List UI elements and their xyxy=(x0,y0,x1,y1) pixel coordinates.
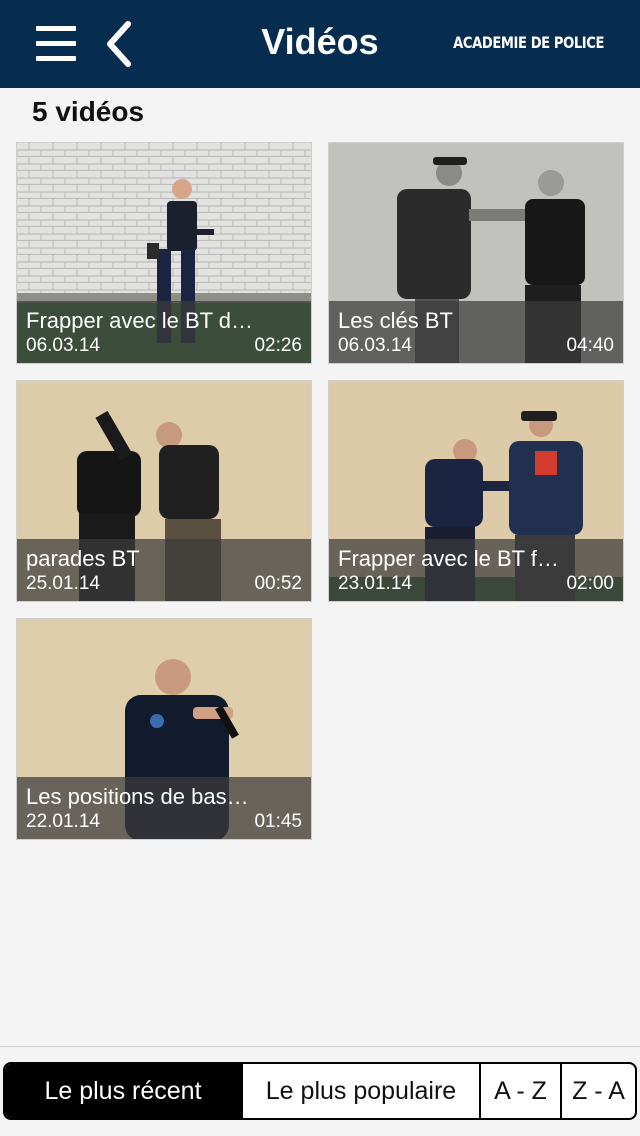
sort-z-a-button[interactable]: Z - A xyxy=(560,1064,635,1118)
sort-most-popular-button[interactable]: Le plus populaire xyxy=(241,1064,479,1118)
header-bar: Vidéos ACADEMIE DE POLICE xyxy=(0,0,640,88)
video-duration: 02:00 xyxy=(566,573,614,594)
video-date: 23.01.14 xyxy=(338,573,412,594)
video-title: Les positions de bas… xyxy=(26,784,249,809)
video-date: 22.01.14 xyxy=(26,811,100,832)
video-duration: 02:26 xyxy=(254,335,302,356)
video-duration: 01:45 xyxy=(254,811,302,832)
sort-most-recent-button[interactable]: Le plus récent xyxy=(5,1064,241,1118)
video-title: Frapper avec le BT f… xyxy=(338,546,559,571)
video-title: Les clés BT xyxy=(338,308,453,333)
video-duration: 04:40 xyxy=(566,335,614,356)
video-tile[interactable]: Frapper avec le BT f… 23.01.14 02:00 xyxy=(328,380,624,602)
academie-logo: ACADEMIE DE POLICE xyxy=(453,33,604,52)
video-tile[interactable]: Les clés BT 06.03.14 04:40 xyxy=(328,142,624,364)
video-tile[interactable]: Les positions de bas… 22.01.14 01:45 xyxy=(16,618,312,840)
video-title: parades BT xyxy=(26,546,140,571)
sort-segmented-control: Le plus récent Le plus populaire A - Z Z… xyxy=(3,1062,637,1120)
video-duration: 00:52 xyxy=(254,573,302,594)
sort-a-z-button[interactable]: A - Z xyxy=(479,1064,560,1118)
video-count: 5 vidéos xyxy=(32,96,145,127)
video-title: Frapper avec le BT d… xyxy=(26,308,254,333)
video-date: 06.03.14 xyxy=(338,335,412,356)
video-date: 25.01.14 xyxy=(26,573,100,594)
video-tile[interactable]: Frapper avec le BT d… 06.03.14 02:26 xyxy=(16,142,312,364)
divider xyxy=(0,1046,640,1047)
video-date: 06.03.14 xyxy=(26,335,100,356)
video-tile[interactable]: parades BT 25.01.14 00:52 xyxy=(16,380,312,602)
